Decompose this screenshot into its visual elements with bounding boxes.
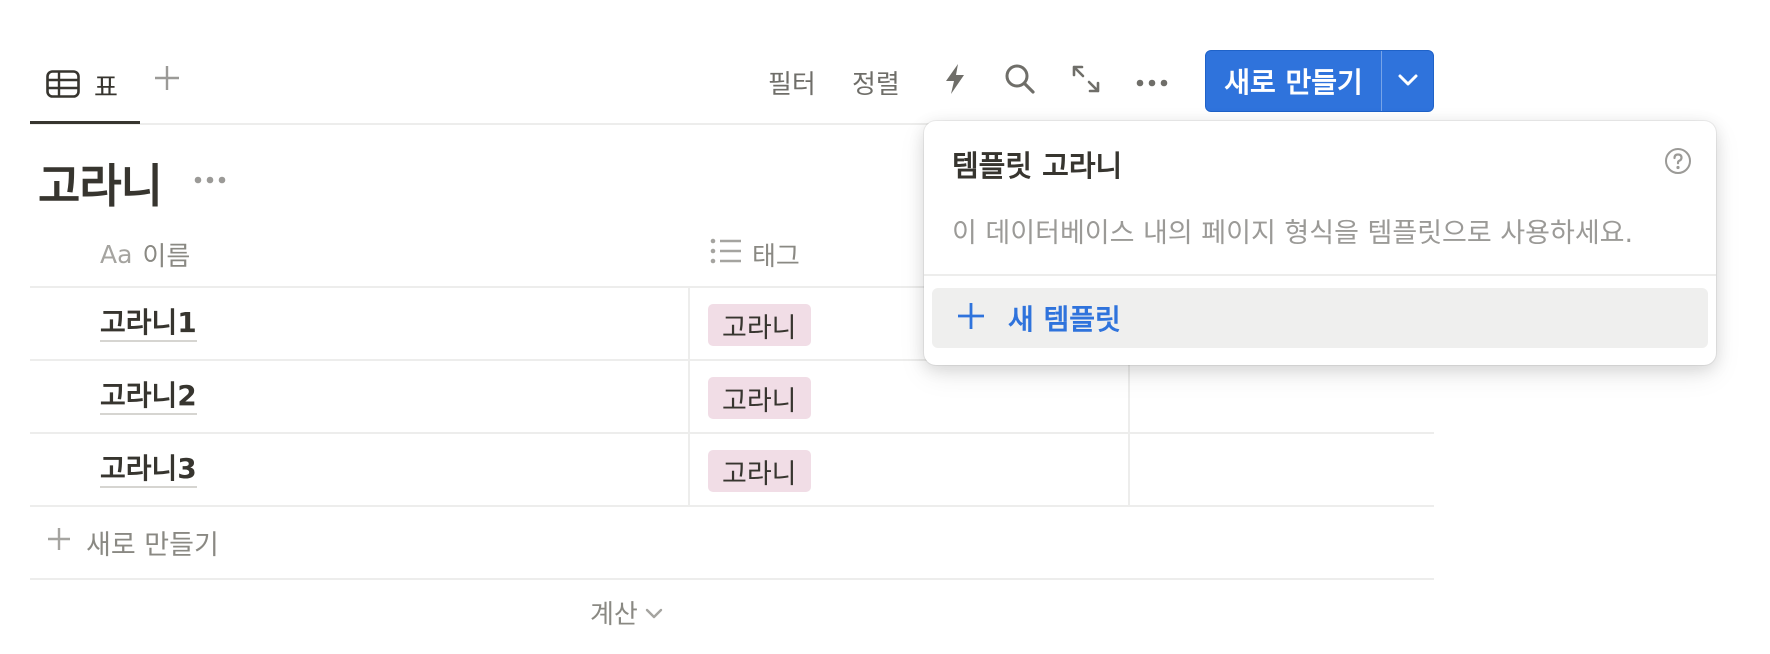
tag-pill[interactable]: 고라니: [708, 377, 811, 419]
new-template-label: 새 템플릿: [1008, 303, 1121, 336]
row-name[interactable]: 고라니3: [100, 452, 197, 488]
help-button[interactable]: [1662, 147, 1694, 179]
new-button-group: 새로 만들기: [1205, 50, 1434, 112]
row-name-cell[interactable]: 고라니3: [100, 434, 197, 505]
table-row[interactable]: 고라니3 고라니: [30, 434, 1434, 507]
view-tab-table[interactable]: 표: [30, 50, 140, 124]
more-options-button[interactable]: [1132, 61, 1172, 101]
view-tab-label: 표: [94, 73, 118, 103]
popover-divider: [924, 274, 1716, 276]
plus-icon: [46, 526, 72, 559]
add-row-label: 새로 만들기: [86, 530, 219, 561]
tag-pill[interactable]: 고라니: [708, 450, 811, 492]
column-header-name[interactable]: Aa 이름: [100, 220, 190, 288]
plus-icon: [153, 64, 181, 96]
more-icon: [194, 169, 226, 188]
search-icon: [1004, 63, 1036, 99]
popover-description: 이 데이터베이스 내의 페이지 형식을 템플릿으로 사용하세요.: [952, 218, 1634, 249]
popover-title: 템플릿 고라니: [952, 149, 1123, 183]
column-header-tag[interactable]: 태그: [710, 220, 800, 288]
calculate-button[interactable]: 계산: [590, 580, 664, 644]
calculate-label: 계산: [590, 599, 638, 630]
plus-icon: [956, 301, 986, 335]
text-type-icon: Aa: [100, 239, 133, 269]
automation-button[interactable]: [935, 61, 975, 101]
column-header-label: 이름: [142, 241, 191, 272]
new-button[interactable]: 새로 만들기: [1206, 51, 1382, 111]
open-full-page-button[interactable]: [1066, 61, 1106, 101]
column-divider: [688, 434, 690, 505]
chevron-down-icon: [644, 597, 664, 627]
column-header-label: 태그: [752, 241, 800, 272]
more-icon: [1136, 72, 1168, 91]
add-row-content[interactable]: 새로 만들기: [46, 507, 219, 578]
tag-pill[interactable]: 고라니: [708, 304, 811, 346]
search-button[interactable]: [1000, 61, 1040, 101]
list-icon: [710, 238, 742, 271]
help-icon: [1664, 147, 1692, 179]
column-divider: [1128, 361, 1130, 432]
column-divider: [688, 361, 690, 432]
row-name[interactable]: 고라니2: [100, 379, 197, 415]
title-more-button[interactable]: [190, 163, 230, 193]
table-row[interactable]: 고라니2 고라니: [30, 361, 1434, 434]
table-icon: [46, 69, 80, 102]
add-view-button[interactable]: [150, 60, 184, 100]
filter-button[interactable]: 필터: [768, 62, 816, 102]
template-popover: 템플릿 고라니 이 데이터베이스 내의 페이지 형식을 템플릿으로 사용하세요.…: [924, 121, 1716, 365]
page-title[interactable]: 고라니: [38, 150, 163, 216]
lightning-icon: [942, 63, 968, 99]
row-name-cell[interactable]: 고라니1: [100, 288, 197, 359]
add-row-button[interactable]: 새로 만들기: [30, 507, 1434, 580]
expand-icon: [1071, 64, 1101, 98]
calculate-row: 계산: [30, 580, 1434, 644]
new-template-button[interactable]: 새 템플릿: [932, 288, 1708, 348]
new-button-dropdown[interactable]: [1382, 51, 1433, 111]
column-divider: [688, 288, 690, 359]
chevron-down-icon: [1397, 72, 1419, 91]
column-divider: [1128, 434, 1130, 505]
sort-button[interactable]: 정렬: [852, 62, 900, 102]
row-name[interactable]: 고라니1: [100, 306, 197, 342]
row-name-cell[interactable]: 고라니2: [100, 361, 197, 432]
